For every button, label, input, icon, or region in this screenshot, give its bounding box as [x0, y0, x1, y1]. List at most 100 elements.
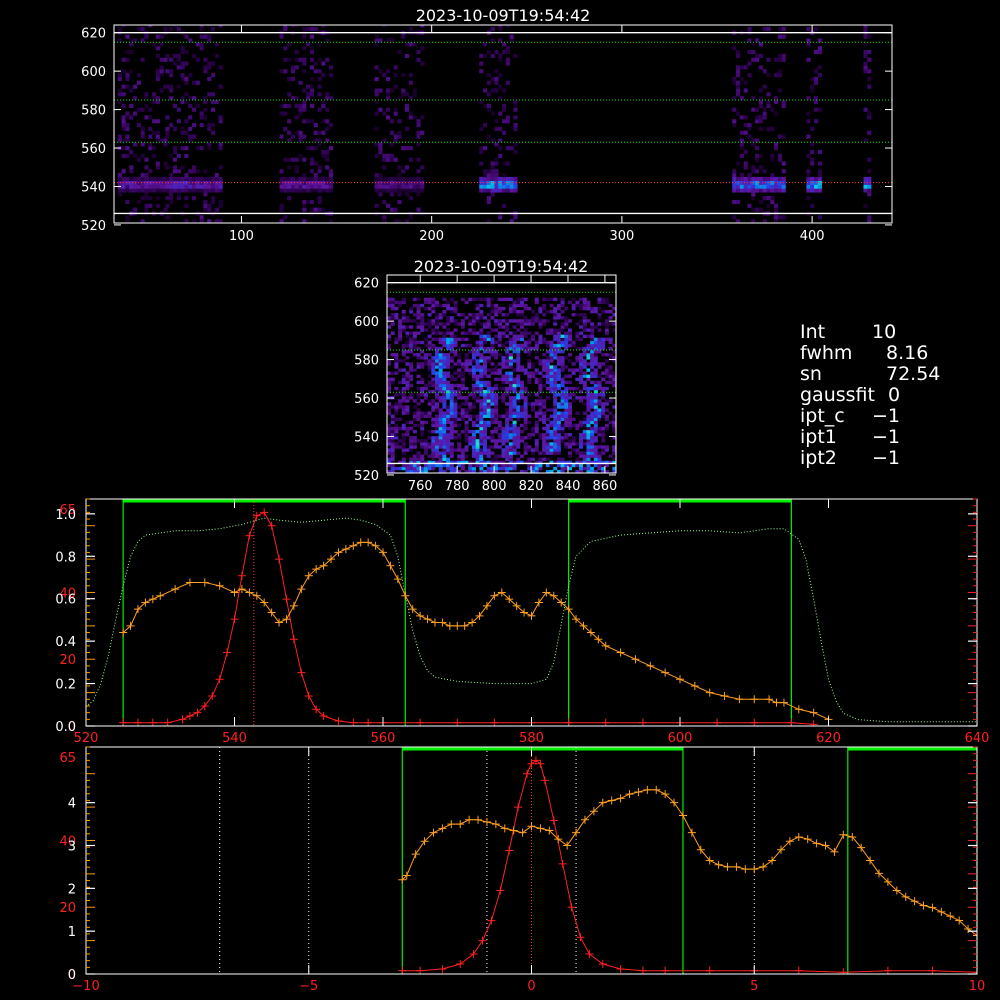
- heat-cell: [408, 96, 413, 101]
- heat-cell: [468, 349, 473, 354]
- heat-cell: [460, 374, 465, 378]
- heat-cell: [806, 169, 811, 174]
- heat-cell: [516, 439, 521, 443]
- y-tick-label-black: 0.6: [55, 593, 76, 608]
- heat-cell: [601, 337, 606, 342]
- heat-cell: [516, 362, 521, 366]
- heat-cell: [545, 396, 550, 400]
- heat-cell: [534, 448, 539, 452]
- heat-cell: [549, 356, 554, 360]
- heat-cell: [387, 337, 391, 342]
- heat-cell: [732, 215, 737, 220]
- heat-cell: [471, 374, 476, 378]
- heat-cell: [534, 319, 539, 323]
- heat-cell: [218, 115, 223, 120]
- heat-cell: [501, 454, 506, 458]
- heat-cell: [494, 454, 499, 458]
- heat-cell: [438, 340, 443, 345]
- heat-cell: [527, 362, 532, 366]
- heat-cell: [483, 42, 488, 47]
- heat-cell: [218, 84, 223, 89]
- heat-cell: [386, 107, 391, 112]
- profile-point: [416, 966, 425, 974]
- heat-cell: [814, 80, 819, 85]
- heat-cell: [283, 188, 288, 193]
- heat-cell: [810, 176, 815, 182]
- heat-cell: [527, 340, 532, 345]
- heat-cell: [159, 188, 164, 193]
- heat-cell: [471, 451, 476, 455]
- heat-cell: [527, 380, 532, 385]
- heat-cell: [519, 365, 524, 369]
- heat-cell: [590, 433, 595, 437]
- heat-cell: [464, 411, 469, 415]
- heat-cell: [556, 457, 561, 461]
- heat-cell: [534, 346, 539, 351]
- heat-cell: [317, 176, 322, 182]
- heat-cell: [766, 26, 771, 32]
- heat-cell: [586, 463, 591, 468]
- heat-cell: [140, 196, 145, 201]
- heat-cell: [486, 466, 491, 471]
- heat-cell: [435, 316, 440, 320]
- heat-cell: [593, 399, 598, 403]
- heat-cell: [152, 188, 157, 193]
- heat-cell: [471, 331, 476, 335]
- heat-cell: [475, 362, 480, 366]
- heat-cell: [579, 436, 584, 440]
- heat-cell: [457, 457, 462, 461]
- heat-cell: [486, 420, 491, 425]
- heat-cell: [195, 57, 200, 62]
- heat-cell: [140, 26, 145, 32]
- heat-cell: [538, 306, 543, 311]
- heat-cell: [133, 84, 138, 89]
- heat-cell: [534, 420, 539, 425]
- profile-point: [341, 545, 350, 554]
- heat-cell: [575, 313, 580, 317]
- heat-cell: [394, 365, 399, 369]
- heat-cell: [590, 436, 595, 440]
- heat-cell: [398, 300, 403, 305]
- heat-cell: [155, 134, 160, 139]
- profile-point: [275, 555, 284, 564]
- heat-cell: [586, 451, 591, 455]
- heat-cell: [590, 331, 595, 335]
- heat-cell: [534, 442, 539, 446]
- heat-cell: [442, 454, 447, 458]
- heat-cell: [739, 184, 744, 189]
- heat-cell: [490, 408, 495, 412]
- heat-cell: [387, 411, 391, 415]
- heat-cell: [435, 454, 440, 458]
- heat-cell: [176, 53, 181, 58]
- profile-point: [496, 886, 505, 895]
- heat-cell: [398, 303, 403, 308]
- heat-cell: [409, 309, 414, 314]
- heat-cell: [431, 365, 436, 369]
- heat-cell: [560, 380, 565, 385]
- heat-cell: [438, 411, 443, 415]
- heat-cell: [770, 126, 775, 132]
- heat-cell: [309, 26, 315, 32]
- heat-cell: [431, 405, 436, 409]
- heat-cell: [732, 76, 737, 82]
- heat-cell: [438, 463, 443, 468]
- heat-cell: [575, 322, 580, 326]
- heat-cell: [207, 188, 212, 193]
- heat-cell: [508, 380, 513, 385]
- heat-cell: [519, 300, 524, 305]
- profile-point: [928, 966, 937, 974]
- heat-cell: [401, 374, 406, 378]
- heat-cell: [519, 389, 524, 394]
- heat-cell: [549, 442, 554, 446]
- heat-cell: [449, 402, 454, 406]
- heat-cell: [508, 337, 513, 342]
- heat-cell: [593, 380, 598, 385]
- heat-cell: [313, 176, 318, 182]
- heat-cell: [508, 386, 513, 391]
- heat-cell: [207, 65, 212, 70]
- heat-cell: [483, 322, 488, 326]
- heat-cell: [479, 448, 484, 452]
- heat-cell: [505, 429, 510, 434]
- heat-cell: [575, 463, 580, 468]
- heat-cell: [505, 359, 510, 363]
